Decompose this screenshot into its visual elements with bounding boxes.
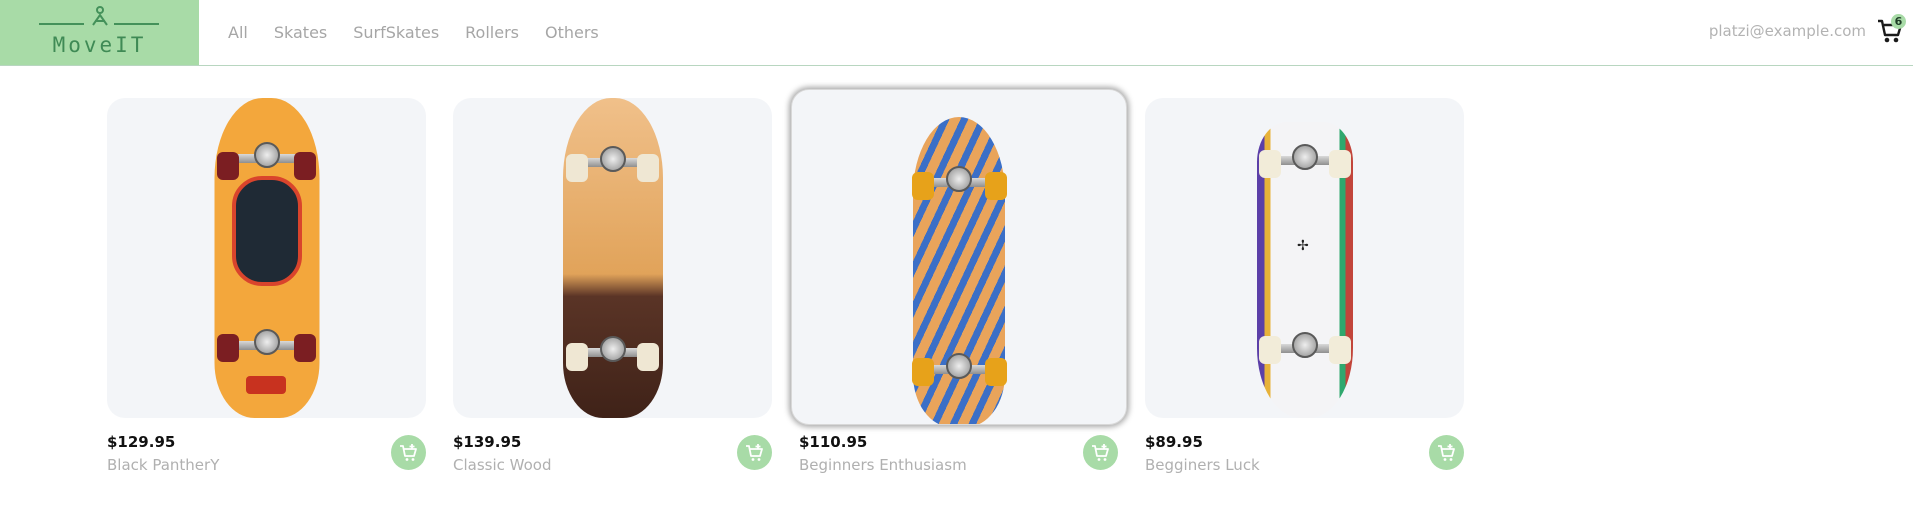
product-info: $129.95 Black PantherY bbox=[107, 433, 426, 483]
product-name: Begginers Luck bbox=[1145, 456, 1260, 474]
product-image[interactable] bbox=[453, 98, 772, 418]
wheel bbox=[566, 154, 588, 182]
product-name: Classic Wood bbox=[453, 456, 552, 474]
product-image[interactable]: ✢ bbox=[1145, 98, 1464, 418]
wheel bbox=[912, 172, 934, 200]
cart-count-badge: 6 bbox=[1891, 14, 1906, 29]
wheel bbox=[985, 358, 1007, 386]
nav-item-rollers[interactable]: Rollers bbox=[465, 23, 519, 42]
wheel bbox=[1259, 336, 1281, 364]
product-info: $110.95 Beginners Enthusiasm bbox=[799, 433, 1118, 483]
wheel bbox=[985, 172, 1007, 200]
rear-truck-hub bbox=[253, 329, 280, 355]
add-to-cart-icon bbox=[399, 443, 417, 461]
front-truck-hub bbox=[253, 142, 280, 168]
wheel bbox=[294, 152, 316, 180]
wheel bbox=[637, 343, 659, 371]
nav-item-others[interactable]: Others bbox=[545, 23, 599, 42]
add-to-cart-button[interactable] bbox=[391, 435, 426, 470]
add-to-cart-icon bbox=[1437, 443, 1455, 461]
deck-logo-graphic: ✢ bbox=[1297, 238, 1309, 254]
wheel bbox=[1329, 336, 1351, 364]
wheel bbox=[217, 152, 239, 180]
wheel bbox=[1259, 150, 1281, 178]
nav-item-all[interactable]: All bbox=[228, 23, 248, 42]
add-to-cart-icon bbox=[745, 443, 763, 461]
product-name: Beginners Enthusiasm bbox=[799, 456, 967, 474]
product-price: $139.95 bbox=[453, 433, 522, 451]
wheel bbox=[217, 334, 239, 362]
product-info: $89.95 Begginers Luck bbox=[1145, 433, 1464, 483]
product-info: $139.95 Classic Wood bbox=[453, 433, 772, 483]
wheel bbox=[566, 343, 588, 371]
product-image[interactable] bbox=[107, 98, 426, 418]
brand-graphic bbox=[246, 376, 286, 394]
top-navbar: MoveIT All Skates SurfSkates Rollers Oth… bbox=[0, 0, 1913, 66]
wheel bbox=[1329, 150, 1351, 178]
wheel bbox=[294, 334, 316, 362]
product-card[interactable]: $139.95 Classic Wood bbox=[453, 98, 772, 474]
logo-figure-icon bbox=[92, 6, 108, 26]
rear-truck-hub bbox=[946, 353, 972, 379]
front-truck-hub bbox=[946, 166, 972, 192]
add-to-cart-button[interactable] bbox=[1083, 435, 1118, 470]
product-card[interactable]: ✢ $89.95 Begginers Luck bbox=[1145, 98, 1464, 474]
brand-name: MoveIT bbox=[52, 33, 147, 57]
product-image[interactable] bbox=[791, 89, 1127, 425]
rear-truck-hub bbox=[1291, 332, 1318, 358]
user-email-link[interactable]: platzi@example.com bbox=[1709, 22, 1866, 40]
nav-item-surfskates[interactable]: SurfSkates bbox=[353, 23, 439, 42]
add-to-cart-button[interactable] bbox=[1429, 435, 1464, 470]
product-price: $110.95 bbox=[799, 433, 868, 451]
wheel bbox=[912, 358, 934, 386]
product-card[interactable]: $129.95 Black PantherY bbox=[107, 98, 426, 474]
brand-logo[interactable]: MoveIT bbox=[0, 0, 199, 65]
category-nav: All Skates SurfSkates Rollers Others bbox=[228, 0, 625, 65]
front-truck-hub bbox=[1291, 144, 1318, 170]
product-name: Black PantherY bbox=[107, 456, 220, 474]
front-truck-hub bbox=[599, 146, 626, 172]
product-price: $129.95 bbox=[107, 433, 176, 451]
product-card[interactable]: $110.95 Beginners Enthusiasm bbox=[791, 89, 1127, 474]
add-to-cart-icon bbox=[1091, 443, 1109, 461]
rear-truck-hub bbox=[599, 336, 626, 362]
cart-button[interactable]: 6 bbox=[1876, 14, 1906, 45]
wheel bbox=[637, 154, 659, 182]
product-price: $89.95 bbox=[1145, 433, 1203, 451]
panther-graphic bbox=[232, 176, 302, 286]
add-to-cart-button[interactable] bbox=[737, 435, 772, 470]
nav-item-skates[interactable]: Skates bbox=[274, 23, 327, 42]
